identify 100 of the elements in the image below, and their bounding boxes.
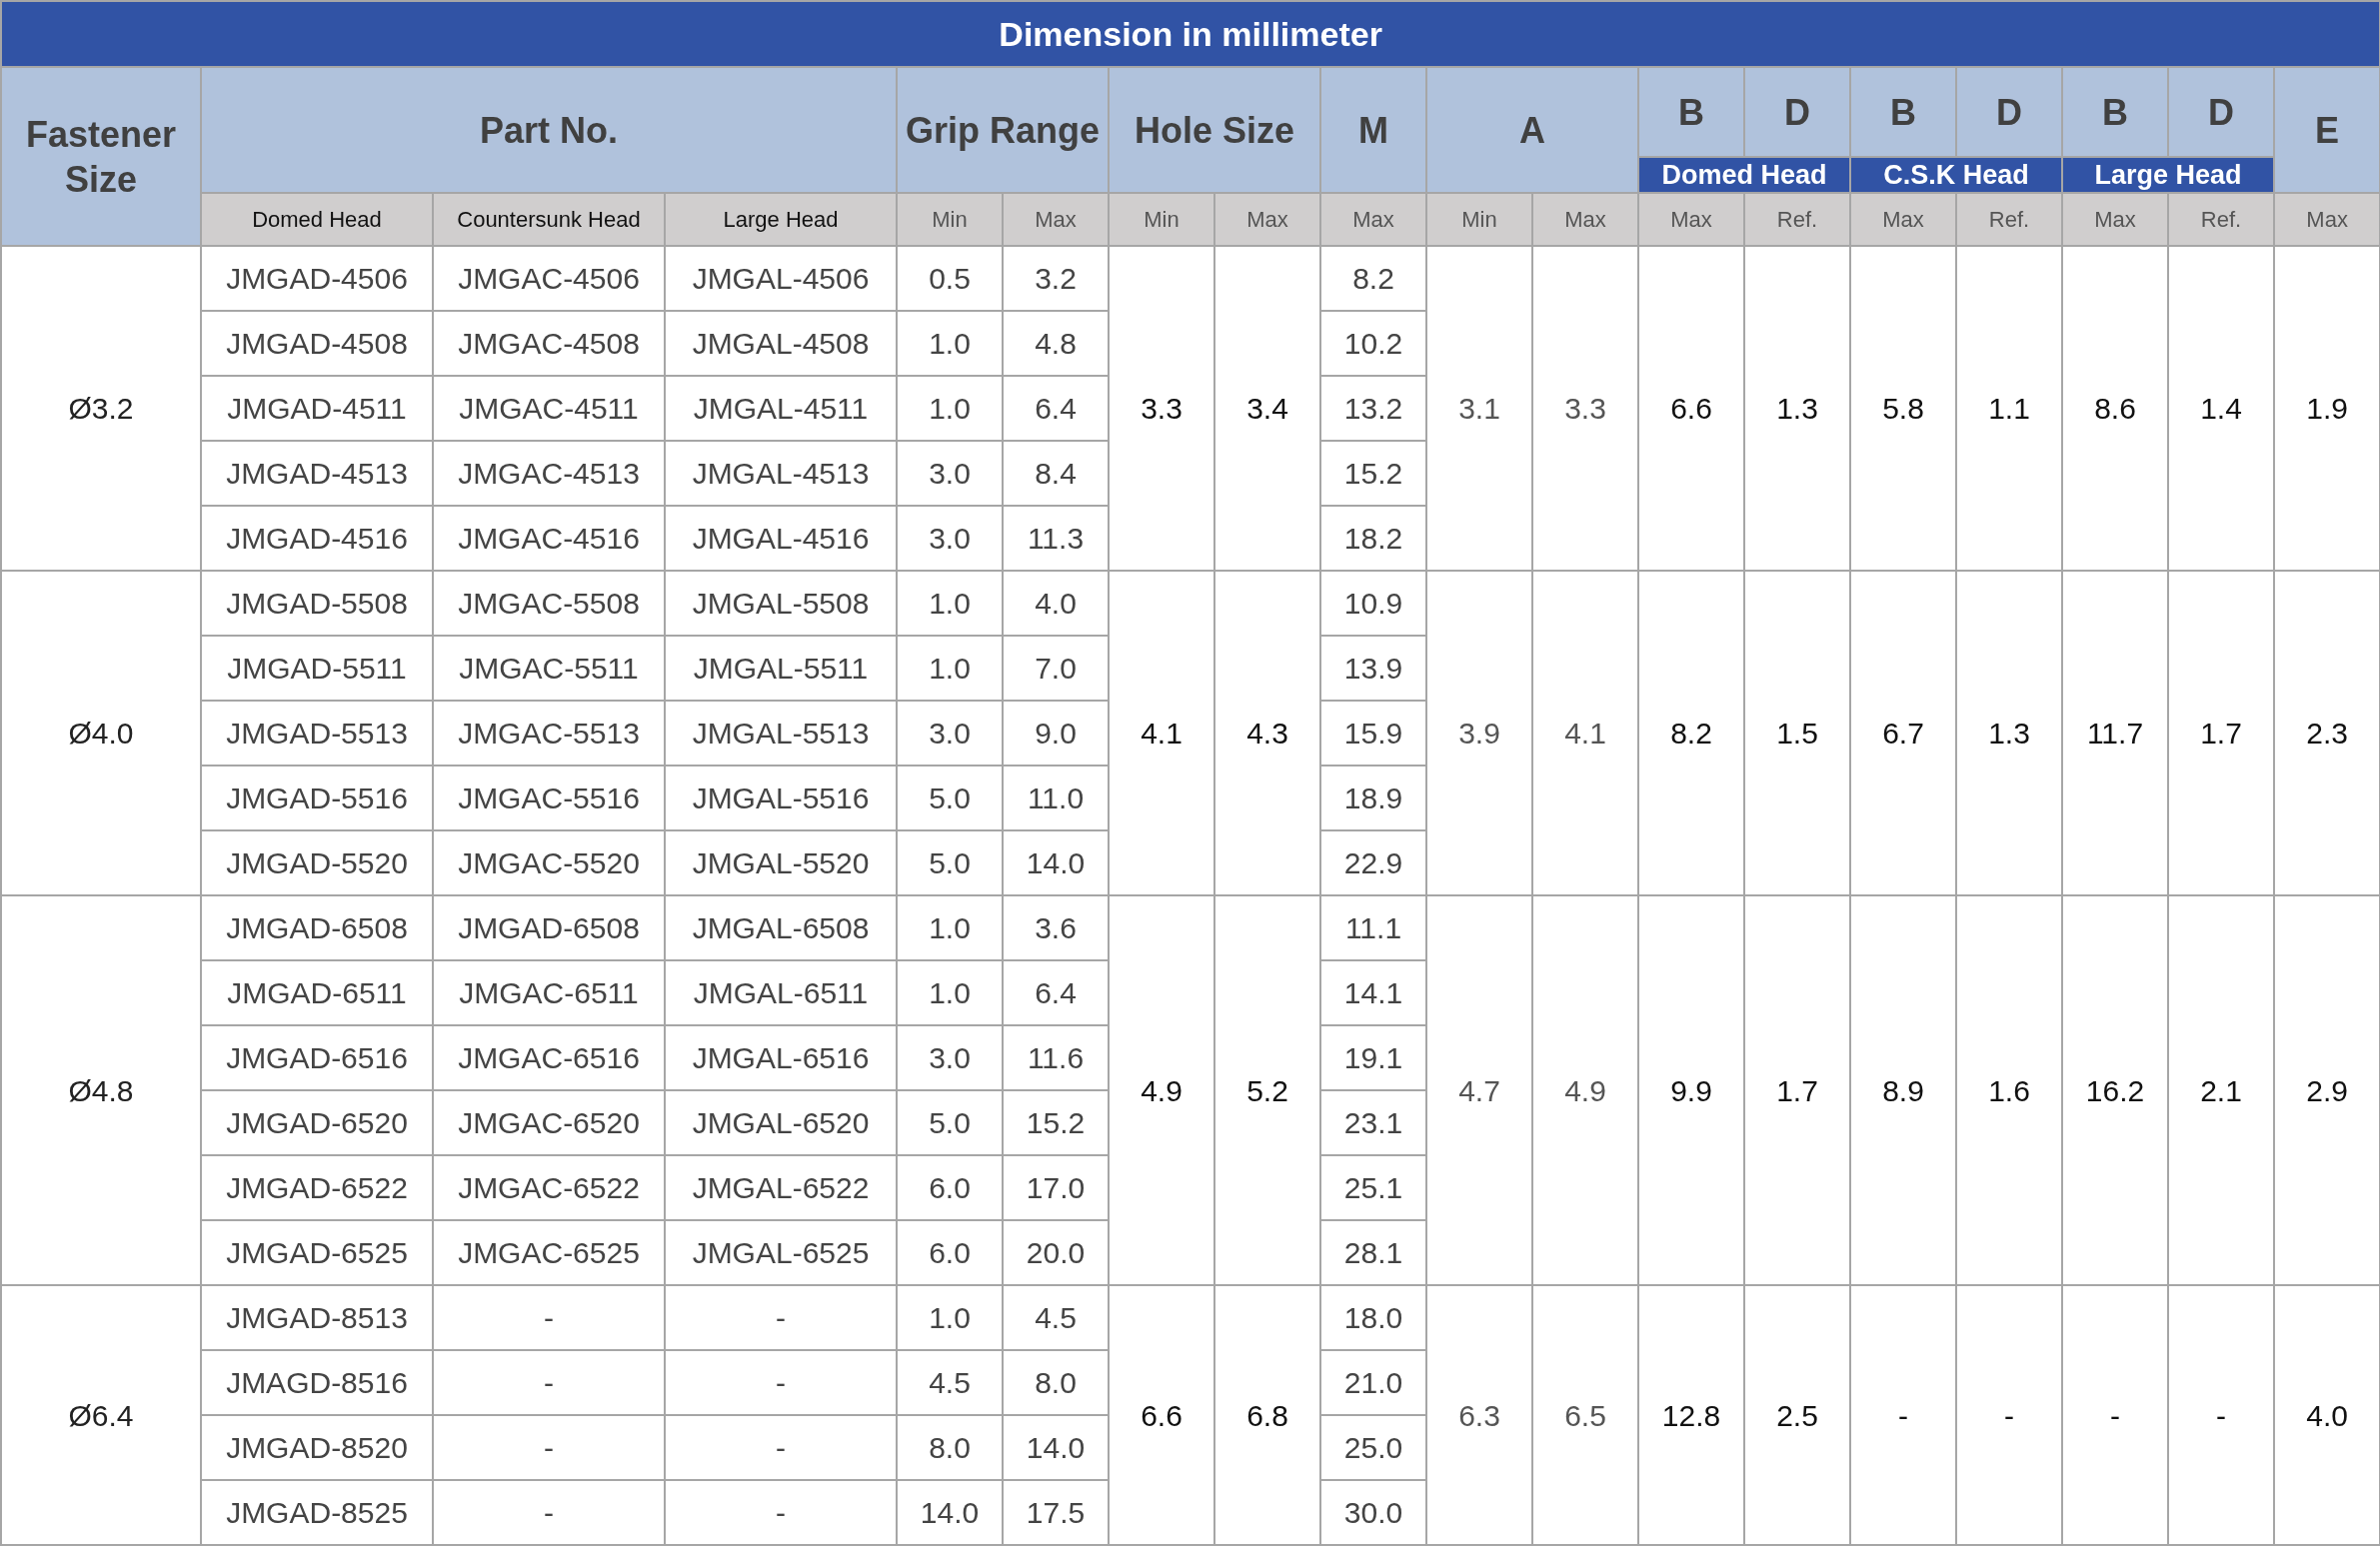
table-cell: 4.5 — [897, 1350, 1003, 1415]
table-cell: 1.0 — [897, 376, 1003, 441]
table-cell: 6.7 — [1850, 571, 1956, 895]
table-cell: 2.1 — [2168, 895, 2274, 1285]
table-cell: 8.6 — [2062, 246, 2168, 571]
table-cell: JMGAD-6522 — [201, 1155, 433, 1220]
table-cell: 6.8 — [1214, 1285, 1320, 1545]
column-subheader: Max — [1638, 193, 1744, 246]
column-subheader: Countersunk Head — [433, 193, 665, 246]
table-cell: 3.2 — [1003, 246, 1109, 311]
table-cell: JMGAD-8525 — [201, 1480, 433, 1545]
table-cell: 1.1 — [1956, 246, 2062, 571]
table-cell: JMGAL-6516 — [665, 1025, 897, 1090]
table-cell: - — [1850, 1285, 1956, 1545]
column-subheader: Min — [897, 193, 1003, 246]
table-cell: 16.2 — [2062, 895, 2168, 1285]
table-cell: 6.0 — [897, 1155, 1003, 1220]
table-cell: JMGAL-5520 — [665, 830, 897, 895]
column-header: E — [2274, 67, 2380, 193]
table-cell: 1.0 — [897, 1285, 1003, 1350]
table-cell: Ø6.4 — [1, 1285, 201, 1545]
table-cell: JMGAD-6508 — [201, 895, 433, 960]
column-header: A — [1426, 67, 1638, 193]
column-subheader: Large Head — [665, 193, 897, 246]
column-subheader: Max — [2062, 193, 2168, 246]
table-cell: 1.7 — [2168, 571, 2274, 895]
table-cell: 1.9 — [2274, 246, 2380, 571]
column-subheader: Ref. — [2168, 193, 2274, 246]
table-cell: 1.6 — [1956, 895, 2062, 1285]
table-title: Dimension in millimeter — [1, 1, 2380, 67]
table-cell: JMGAD-6520 — [201, 1090, 433, 1155]
table-cell: - — [665, 1350, 897, 1415]
table-cell: JMGAD-4508 — [201, 311, 433, 376]
table-cell: 10.9 — [1320, 571, 1426, 636]
table-cell: 5.0 — [897, 766, 1003, 830]
table-cell: JMGAC-4511 — [433, 376, 665, 441]
head-type-label: Large Head — [2062, 157, 2274, 193]
table-cell: 1.3 — [1956, 571, 2062, 895]
table-cell: 18.0 — [1320, 1285, 1426, 1350]
table-cell: 8.9 — [1850, 895, 1956, 1285]
column-header: D — [1956, 67, 2062, 157]
column-header: Grip Range — [897, 67, 1109, 193]
table-cell: - — [665, 1415, 897, 1480]
table-cell: JMGAC-6520 — [433, 1090, 665, 1155]
table-cell: JMGAD-4511 — [201, 376, 433, 441]
table-cell: JMGAC-6511 — [433, 960, 665, 1025]
head-type-label: Domed Head — [1638, 157, 1850, 193]
column-subheader: Domed Head — [201, 193, 433, 246]
column-header: M — [1320, 67, 1426, 193]
table-cell: Ø4.8 — [1, 895, 201, 1285]
table-cell: - — [433, 1480, 665, 1545]
table-cell: 5.8 — [1850, 246, 1956, 571]
table-cell: - — [1956, 1285, 2062, 1545]
column-subheader: Max — [1320, 193, 1426, 246]
table-cell: 3.6 — [1003, 895, 1109, 960]
table-cell: JMGAD-4506 — [201, 246, 433, 311]
column-header: B — [1638, 67, 1744, 157]
table-cell: 6.6 — [1638, 246, 1744, 571]
table-cell: 3.9 — [1426, 571, 1532, 895]
table-cell: 2.9 — [2274, 895, 2380, 1285]
table-cell: 14.0 — [897, 1480, 1003, 1545]
table-cell: JMGAC-6516 — [433, 1025, 665, 1090]
table-cell: JMGAL-4511 — [665, 376, 897, 441]
table-cell: JMGAC-4508 — [433, 311, 665, 376]
table-cell: 5.2 — [1214, 895, 1320, 1285]
table-cell: 3.3 — [1532, 246, 1638, 571]
table-cell: JMGAC-5520 — [433, 830, 665, 895]
table-cell: 1.3 — [1744, 246, 1850, 571]
table-cell: 1.0 — [897, 960, 1003, 1025]
column-subheader: Ref. — [1956, 193, 2062, 246]
table-cell: 3.4 — [1214, 246, 1320, 571]
table-cell: 8.2 — [1638, 571, 1744, 895]
table-cell: 6.5 — [1532, 1285, 1638, 1545]
column-subheader: Min — [1426, 193, 1532, 246]
table-cell: - — [665, 1480, 897, 1545]
table-cell: JMGAC-4513 — [433, 441, 665, 506]
table-cell: - — [433, 1285, 665, 1350]
table-cell: JMGAL-6525 — [665, 1220, 897, 1285]
column-subheader: Max — [1003, 193, 1109, 246]
table-cell: JMGAD-4513 — [201, 441, 433, 506]
table-cell: - — [665, 1285, 897, 1350]
column-subheader: Max — [1850, 193, 1956, 246]
table-cell: JMGAD-4516 — [201, 506, 433, 571]
table-cell: 3.0 — [897, 441, 1003, 506]
table-cell: 1.0 — [897, 636, 1003, 701]
table-cell: 3.1 — [1426, 246, 1532, 571]
table-cell: 1.0 — [897, 895, 1003, 960]
table-cell: JMGAL-4508 — [665, 311, 897, 376]
head-type-label: C.S.K Head — [1850, 157, 2062, 193]
table-cell: 9.9 — [1638, 895, 1744, 1285]
table-cell: JMGAD-6511 — [201, 960, 433, 1025]
column-header: B — [2062, 67, 2168, 157]
table-cell: JMGAL-5511 — [665, 636, 897, 701]
table-cell: JMGAC-5511 — [433, 636, 665, 701]
table-cell: 12.8 — [1638, 1285, 1744, 1545]
table-cell: 2.3 — [2274, 571, 2380, 895]
column-header: Fastener Size — [1, 67, 201, 246]
table-cell: - — [2168, 1285, 2274, 1545]
table-cell: 1.7 — [1744, 895, 1850, 1285]
table-cell: JMGAL-5513 — [665, 701, 897, 766]
